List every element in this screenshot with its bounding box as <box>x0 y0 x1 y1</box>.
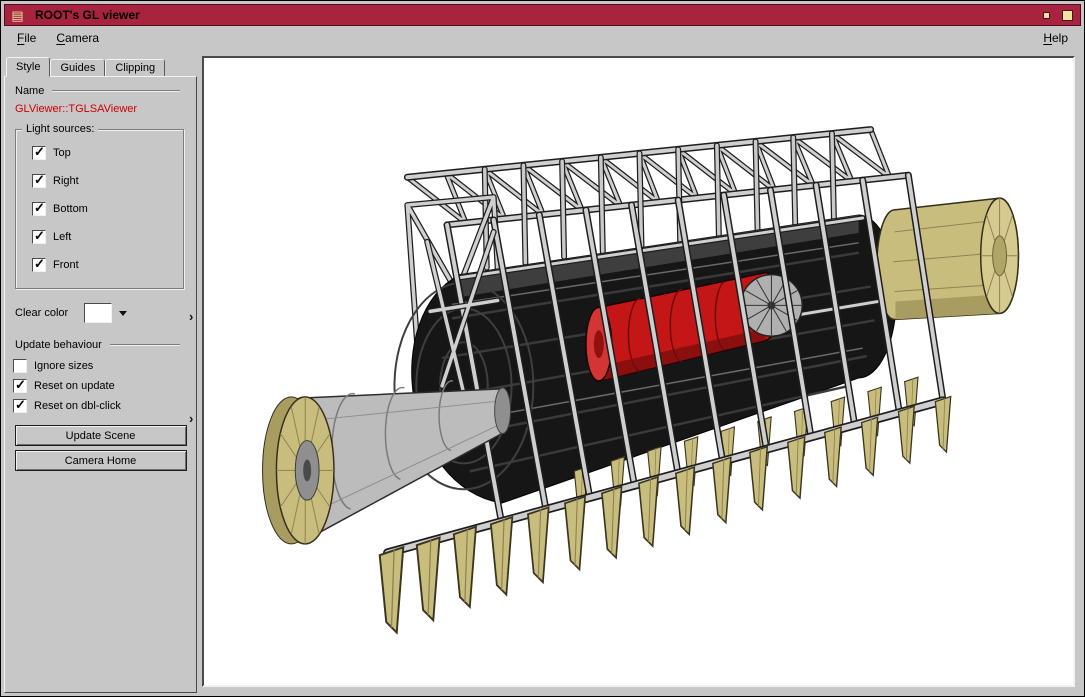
light-sources-group: Light sources: Top Right Bottom <box>15 123 184 289</box>
checkbox-box <box>32 256 46 272</box>
checkbox-light-front[interactable]: Front <box>32 256 177 272</box>
clear-color-section: Clear color <box>15 303 186 323</box>
menu-camera[interactable]: Camera <box>53 29 102 47</box>
color-dropdown-arrow-icon[interactable] <box>119 310 128 316</box>
update-separator-line <box>109 344 180 346</box>
checkbox-reset-on-update[interactable]: Reset on update <box>13 377 196 393</box>
checkbox-label: Bottom <box>53 203 88 215</box>
tab-guides[interactable]: Guides <box>50 59 106 77</box>
maximize-button[interactable] <box>1057 7 1078 24</box>
update-behaviour-section: Update behaviour <box>15 339 180 351</box>
update-options: Ignore sizes Reset on update Reset on db… <box>5 359 196 413</box>
checkbox-label: Front <box>53 259 79 271</box>
checkbox-box <box>13 377 27 393</box>
gl-viewport[interactable] <box>202 56 1075 687</box>
root-gl-viewer-window: ▤ ROOT's GL viewer File Camera Help Styl… <box>0 0 1085 697</box>
clear-color-swatch[interactable] <box>84 303 113 323</box>
menu-camera-mnemonic: C <box>56 31 66 45</box>
tab-clipping[interactable]: Clipping <box>105 59 166 77</box>
checkbox-ignore-sizes[interactable]: Ignore sizes <box>13 359 196 373</box>
checkbox-box <box>32 172 46 188</box>
update-scene-button[interactable]: Update Scene <box>14 425 187 446</box>
menu-file-label: ile <box>24 31 37 45</box>
checkbox-box <box>13 359 27 373</box>
checkbox-light-bottom[interactable]: Bottom <box>32 200 177 216</box>
checkbox-box <box>32 200 46 216</box>
menu-help-mnemonic: H <box>1043 31 1052 45</box>
checkbox-box <box>13 397 27 413</box>
menu-help-label: elp <box>1051 31 1068 45</box>
checkbox-label: Top <box>53 147 71 159</box>
window-menu-button[interactable]: ▤ <box>7 7 28 24</box>
splitter-arrow-lower[interactable]: › <box>189 412 193 425</box>
name-separator-line <box>52 90 180 92</box>
checkbox-box <box>32 144 46 160</box>
checkbox-label: Reset on dbl-click <box>34 400 121 412</box>
checkbox-reset-on-dbl-click[interactable]: Reset on dbl-click <box>13 397 196 413</box>
style-panel: Name GLViewer::TGLSAViewer Light sources… <box>4 76 197 693</box>
menu-camera-label: amera <box>65 31 100 45</box>
menu-file[interactable]: File <box>14 29 39 47</box>
checkbox-label: Right <box>53 175 79 187</box>
iconify-button[interactable] <box>1036 7 1057 24</box>
light-sources-title: Light sources: <box>22 123 99 135</box>
control-panel: Style Guides Clipping Name GLViewer::TGL… <box>4 50 197 693</box>
window-menu-icon: ▤ <box>11 7 24 23</box>
panel-tabs: Style Guides Clipping <box>4 56 197 77</box>
titlebar-controls <box>1036 7 1078 24</box>
iconify-icon <box>1043 11 1050 19</box>
scene-right-endcap <box>876 197 1020 321</box>
tab-style[interactable]: Style <box>6 57 51 77</box>
clear-color-label: Clear color <box>15 307 69 319</box>
splitter-arrow-upper[interactable]: › <box>189 310 193 323</box>
checkbox-label: Left <box>53 231 72 243</box>
maximize-icon <box>1062 9 1073 21</box>
titlebar[interactable]: ▤ ROOT's GL viewer <box>4 4 1081 26</box>
menu-help[interactable]: Help <box>1040 29 1071 47</box>
checkbox-light-right[interactable]: Right <box>32 172 177 188</box>
name-section: Name <box>15 85 180 97</box>
checkbox-label: Ignore sizes <box>34 360 94 372</box>
update-behaviour-label: Update behaviour <box>15 339 102 351</box>
camera-home-button[interactable]: Camera Home <box>14 450 187 471</box>
menubar: File Camera Help <box>4 26 1081 50</box>
checkbox-box <box>32 228 46 244</box>
main-content: Style Guides Clipping Name GLViewer::TGL… <box>4 50 1081 693</box>
gl-scene-svg <box>204 58 1073 685</box>
checkbox-light-left[interactable]: Left <box>32 228 177 244</box>
viewer-name: GLViewer::TGLSAViewer <box>15 103 138 115</box>
checkbox-light-top[interactable]: Top <box>32 144 177 160</box>
name-label: Name <box>15 85 45 97</box>
checkbox-label: Reset on update <box>34 380 115 392</box>
window-title: ROOT's GL viewer <box>35 8 140 22</box>
